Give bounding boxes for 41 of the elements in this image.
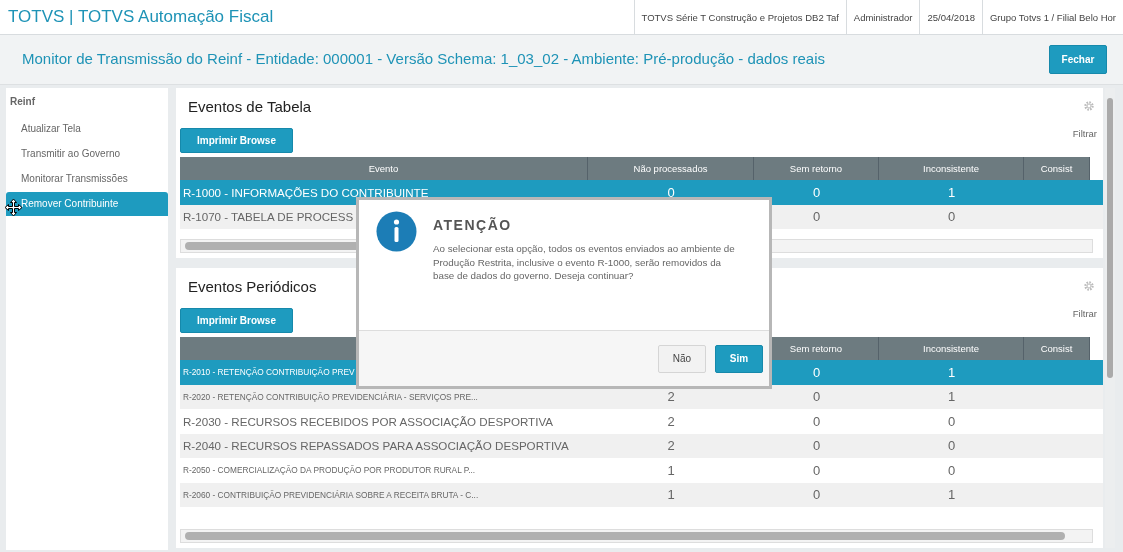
table-cell-text: 1 bbox=[947, 363, 956, 382]
table-cell-text: 0 bbox=[947, 208, 956, 226]
table-cell-text: R-1000 - INFORMAÇÕES DO CONTRIBUINTE bbox=[183, 184, 429, 201]
table-cell-text: 0 bbox=[812, 461, 821, 480]
table-cell-text: 0 bbox=[812, 208, 821, 226]
panel-title: Eventos Periódicos bbox=[188, 276, 317, 297]
table-cell-text: 0 bbox=[947, 461, 956, 480]
app-title: TOTVS | TOTVS Automação Fiscal bbox=[8, 6, 274, 29]
table-cell-text: 1 bbox=[947, 486, 956, 504]
table-cell-text: 1 bbox=[667, 461, 675, 480]
table-cell: R-2020 - RETENÇÃO CONTRIBUIÇÃO PREVIDENCIÁRIA - SERVIÇOS PRE... bbox=[183, 390, 478, 403]
table-cell-text: 2 bbox=[667, 437, 675, 455]
table-cell-text: R-2040 - RECURSOS REPASSADOS PARA ASSOCIAÇÃO DESPORTIVA bbox=[183, 438, 569, 455]
table-cell: R-2010 - RETENÇÃO CONTRIBUIÇÃO PREV bbox=[183, 366, 355, 379]
sidebar-heading: Reinf bbox=[9, 95, 36, 109]
header-info: Grupo Totvs 1 / Filial Belo Hor bbox=[982, 0, 1123, 35]
header-info: TOTVS Série T Construção e Projetos DB2 Taf bbox=[633, 0, 846, 35]
table-cell-text: R-1070 - TABELA DE PROCESS bbox=[183, 209, 354, 226]
table-cell-text: 0 bbox=[812, 363, 821, 382]
header-info: 25/04/2018 bbox=[919, 0, 982, 35]
table-cell-text: 0 bbox=[667, 183, 675, 202]
page-title: Monitor de Transmissão do Reinf - Entidade: 000001 - Versão Schema: 1_03_02 - Ambiente: Pré-produção - dados reais bbox=[22, 49, 825, 70]
table-cell-text: 1 bbox=[667, 486, 675, 504]
table-cell-text: 1 bbox=[947, 183, 956, 202]
dialog-message: Ao selecionar esta opção, todos os eventos enviados ao ambiente de Produção Restrita, inclusive o evento R-1000, serão removidos da base de dados do governo. Deseja continuar? bbox=[433, 242, 736, 283]
table-cell-text: 0 bbox=[812, 183, 821, 202]
table-cell: R-2050 - COMERCIALIZAÇÃO DA PRODUÇÃO POR PRODUTOR RURAL P... bbox=[183, 464, 476, 477]
table-cell-text: R-2030 - RECURSOS RECEBIDOS POR ASSOCIAÇÃO DESPORTIVA bbox=[183, 413, 554, 430]
dialog-title: ATENÇÃO bbox=[433, 216, 513, 235]
table-cell-text: 0 bbox=[812, 388, 821, 406]
table-cell-text: 0 bbox=[812, 412, 821, 431]
table-cell-text: 2 bbox=[667, 412, 675, 431]
panel-title: Eventos de Tabela bbox=[188, 96, 312, 117]
table-cell-text: 0 bbox=[947, 437, 956, 455]
header-info: Administrador bbox=[845, 0, 920, 35]
table-cell-text: 2 bbox=[667, 388, 675, 406]
table-cell-text: 0 bbox=[947, 412, 956, 431]
table-cell-text: 1 bbox=[947, 388, 956, 406]
table-cell-text: 0 bbox=[812, 437, 821, 455]
table-cell-text: 0 bbox=[812, 486, 821, 504]
table-cell: R-2060 - CONTRIBUIÇÃO PREVIDENCIÁRIA SOBRE A RECEITA BRUTA - C... bbox=[183, 488, 479, 501]
